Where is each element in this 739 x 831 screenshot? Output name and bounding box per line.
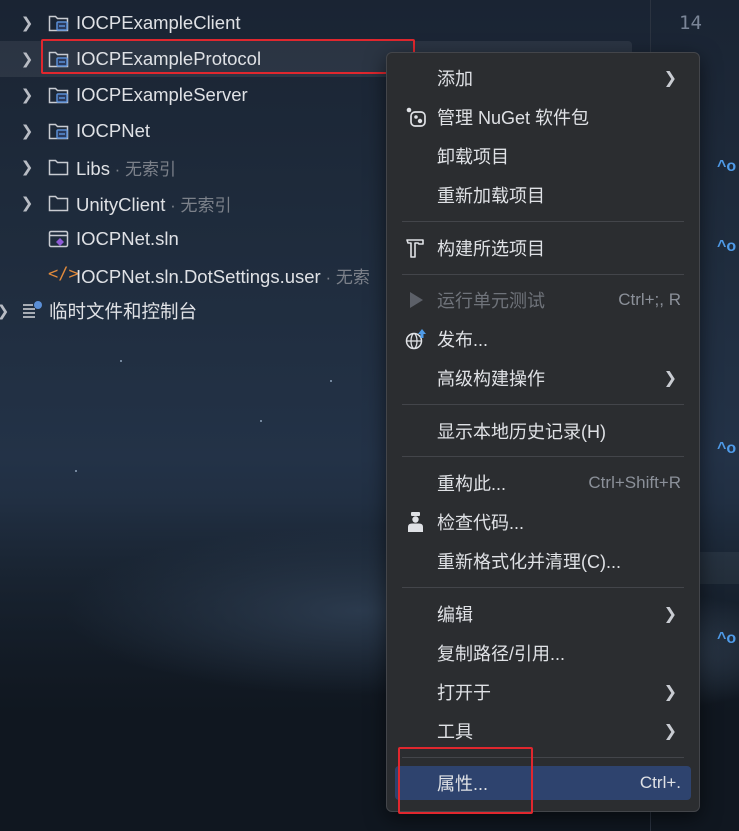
tree-item-text: IOCPNet.sln.DotSettings.user · 无索 bbox=[76, 263, 370, 288]
context-menu: 添加 ❯ 管理 NuGet 软件包 卸载项目 重新加载项目 构建所选项目 运行单… bbox=[386, 52, 700, 812]
submenu-arrow-icon: ❯ bbox=[663, 70, 677, 87]
tree-item-label: IOCPNet.sln.DotSettings.user bbox=[76, 265, 321, 287]
hammer-icon bbox=[406, 239, 424, 258]
menu-item-publish[interactable]: 发布... bbox=[395, 322, 691, 356]
tree-item-text: Libs · 无索引 bbox=[76, 155, 176, 180]
menu-item-advanced-build[interactable]: 高级构建操作 ❯ bbox=[395, 361, 691, 395]
no-index-hint: · 无索 bbox=[320, 267, 370, 287]
menu-item-label: 打开于 bbox=[437, 683, 491, 703]
tree-item-label: IOCPNet bbox=[76, 120, 151, 141]
menu-item-manage-nuget[interactable]: 管理 NuGet 软件包 bbox=[395, 100, 691, 134]
inspector-icon bbox=[408, 512, 423, 532]
menu-item-refactor-this[interactable]: 重构此... Ctrl+Shift+R bbox=[395, 466, 691, 500]
submenu-arrow-icon: ❯ bbox=[663, 606, 677, 623]
tree-item-label: 临时文件和控制台 bbox=[49, 301, 198, 322]
menu-separator bbox=[402, 587, 684, 588]
implementation-marker-icon[interactable]: ^o bbox=[717, 630, 736, 648]
tree-item-label: IOCPNet.sln bbox=[76, 228, 179, 249]
chevron-right-icon[interactable]: ❯ bbox=[20, 14, 34, 32]
tree-item-label: IOCPExampleClient bbox=[76, 12, 241, 33]
star bbox=[75, 470, 77, 472]
menu-item-open-in[interactable]: 打开于 ❯ bbox=[395, 675, 691, 709]
menu-item-label: 重新格式化并清理(C)... bbox=[437, 552, 621, 572]
tree-item-iocpexampleclient[interactable]: ❯ IOCPExampleClient bbox=[0, 5, 650, 41]
menu-item-inspect-code[interactable]: 检查代码... bbox=[395, 505, 691, 539]
menu-item-edit[interactable]: 编辑 ❯ bbox=[395, 597, 691, 631]
menu-item-label: 高级构建操作 bbox=[437, 369, 545, 389]
menu-item-label: 重新加载项目 bbox=[437, 186, 545, 206]
menu-item-add[interactable]: 添加 ❯ bbox=[395, 61, 691, 95]
publish-globe-icon bbox=[405, 329, 426, 350]
menu-item-label: 卸载项目 bbox=[437, 147, 509, 167]
menu-item-label: 添加 bbox=[437, 69, 473, 89]
menu-item-shortcut: Ctrl+. bbox=[639, 773, 681, 792]
menu-item-label: 构建所选项目 bbox=[437, 239, 545, 259]
tree-item-label: IOCPExampleServer bbox=[76, 84, 248, 105]
star bbox=[120, 360, 122, 362]
menu-item-run-unit-tests[interactable]: 运行单元测试 Ctrl+;, R bbox=[395, 283, 691, 317]
line-number: 14 bbox=[679, 12, 702, 34]
submenu-arrow-icon: ❯ bbox=[663, 370, 677, 387]
folder-icon bbox=[48, 195, 69, 212]
menu-item-copy-path[interactable]: 复制路径/引用... bbox=[395, 636, 691, 670]
menu-separator bbox=[402, 404, 684, 405]
no-index-hint: · 无索引 bbox=[165, 195, 232, 215]
no-index-hint: · 无索引 bbox=[109, 159, 177, 179]
menu-item-label: 运行单元测试 bbox=[437, 291, 545, 311]
implementation-marker-icon[interactable]: ^o bbox=[717, 158, 736, 176]
chevron-right-icon[interactable]: ❯ bbox=[20, 158, 34, 176]
submenu-arrow-icon: ❯ bbox=[663, 684, 677, 701]
implementation-marker-icon[interactable]: ^o bbox=[717, 440, 736, 458]
menu-item-unload-project[interactable]: 卸载项目 bbox=[395, 139, 691, 173]
menu-separator bbox=[402, 221, 684, 222]
submenu-arrow-icon: ❯ bbox=[663, 723, 677, 740]
menu-item-tools[interactable]: 工具 ❯ bbox=[395, 714, 691, 748]
menu-separator bbox=[402, 456, 684, 457]
tree-item-text: UnityClient · 无索引 bbox=[76, 191, 232, 216]
highlight-box-properties bbox=[398, 747, 533, 814]
highlight-box-selected-project bbox=[41, 39, 415, 74]
tree-item-label: Libs bbox=[76, 157, 110, 179]
project-folder-icon bbox=[48, 123, 69, 140]
chevron-right-icon[interactable]: ❯ bbox=[0, 302, 10, 320]
chevron-right-icon[interactable]: ❯ bbox=[20, 86, 34, 104]
star bbox=[260, 420, 262, 422]
folder-icon bbox=[48, 159, 69, 176]
menu-item-label: 编辑 bbox=[437, 605, 473, 625]
menu-item-label: 显示本地历史记录(H) bbox=[437, 422, 606, 442]
tree-item-label: UnityClient bbox=[76, 193, 166, 215]
menu-item-build-selected[interactable]: 构建所选项目 bbox=[395, 231, 691, 265]
menu-item-label: 发布... bbox=[437, 330, 489, 350]
menu-item-label: 工具 bbox=[437, 722, 473, 742]
chevron-right-icon[interactable]: ❯ bbox=[20, 194, 34, 212]
menu-item-label: 重构此... bbox=[437, 474, 507, 494]
menu-item-label: 复制路径/引用... bbox=[437, 644, 566, 664]
menu-item-label: 管理 NuGet 软件包 bbox=[437, 108, 590, 128]
project-folder-icon bbox=[48, 15, 69, 32]
scratches-icon bbox=[23, 301, 42, 318]
menu-item-shortcut: Ctrl+;, R bbox=[618, 290, 681, 309]
chevron-right-icon[interactable]: ❯ bbox=[20, 50, 34, 68]
nuget-icon bbox=[406, 107, 426, 127]
chevron-right-icon[interactable]: ❯ bbox=[20, 122, 34, 140]
menu-item-reformat-cleanup[interactable]: 重新格式化并清理(C)... bbox=[395, 544, 691, 578]
project-folder-icon bbox=[48, 87, 69, 104]
play-icon bbox=[410, 292, 423, 308]
menu-item-shortcut: Ctrl+Shift+R bbox=[588, 473, 681, 492]
star bbox=[330, 380, 332, 382]
menu-item-label: 检查代码... bbox=[437, 513, 525, 533]
implementation-marker-icon[interactable]: ^o bbox=[717, 238, 736, 256]
solution-file-icon bbox=[48, 230, 69, 248]
menu-separator bbox=[402, 274, 684, 275]
menu-item-reload-project[interactable]: 重新加载项目 bbox=[395, 178, 691, 212]
xml-file-icon: </> bbox=[48, 264, 79, 284]
menu-item-local-history[interactable]: 显示本地历史记录(H) bbox=[395, 414, 691, 448]
